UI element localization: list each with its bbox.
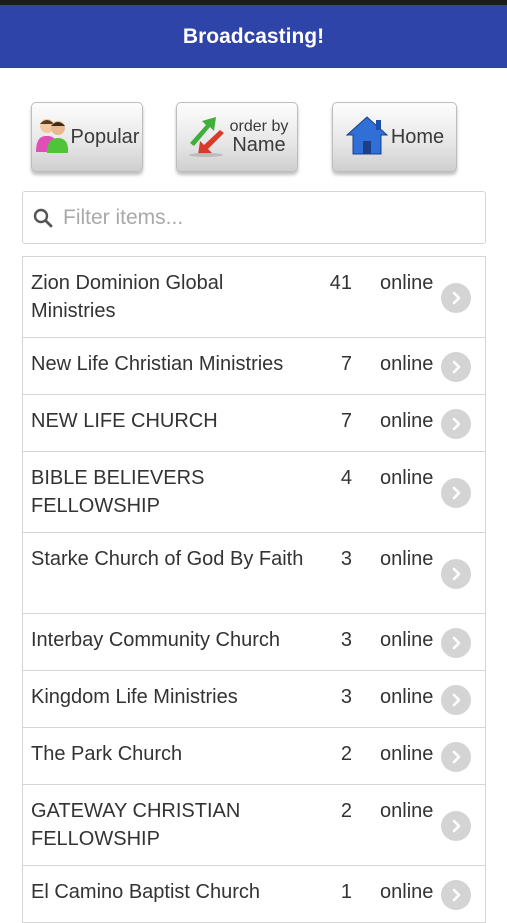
church-name: NEW LIFE CHURCH: [31, 410, 218, 432]
viewer-count: 2: [340, 800, 352, 822]
chevron-right-icon[interactable]: [441, 742, 471, 772]
house-icon: [345, 114, 389, 161]
list-item[interactable]: Zion Dominion Global Ministries 41 online: [23, 257, 485, 338]
church-name: El Camino Baptist Church: [31, 881, 260, 903]
viewer-count: 7: [340, 353, 352, 375]
viewer-count: 3: [340, 548, 352, 570]
viewer-count: 2: [340, 743, 352, 765]
viewer-count: 41: [329, 272, 352, 294]
people-icon: [35, 115, 69, 160]
list-item[interactable]: The Park Church 2 online: [23, 728, 485, 785]
online-status: online: [380, 467, 434, 489]
sort-arrows-icon: [186, 113, 228, 162]
search-icon: [33, 208, 53, 228]
online-status: online: [380, 272, 434, 294]
online-status: online: [380, 743, 434, 765]
online-status: online: [380, 410, 434, 432]
app-header: Broadcasting!: [0, 5, 507, 68]
online-status: online: [380, 686, 434, 708]
broadcast-list: Zion Dominion Global Ministries 41 online N…: [22, 256, 486, 923]
viewer-count: 7: [340, 410, 352, 432]
list-item[interactable]: BIBLE BELIEVERS FELLOWSHIP 4 online: [23, 452, 485, 533]
online-status: online: [380, 800, 434, 822]
popular-label: Popular: [70, 125, 140, 148]
online-status: online: [380, 629, 434, 651]
filter-input[interactable]: [61, 204, 465, 231]
viewer-count: 1: [340, 881, 352, 903]
list-item[interactable]: New Life Christian Ministries 7 online: [23, 338, 485, 395]
chevron-right-icon[interactable]: [441, 685, 471, 715]
list-item[interactable]: NEW LIFE CHURCH 7 online: [23, 395, 485, 452]
church-name: Interbay Community Church: [31, 629, 280, 651]
chevron-right-icon[interactable]: [441, 628, 471, 658]
popular-button[interactable]: Popular: [31, 102, 143, 172]
chevron-right-icon[interactable]: [441, 409, 471, 439]
viewer-count: 4: [340, 467, 352, 489]
chevron-right-icon[interactable]: [441, 811, 471, 841]
church-name: Starke Church of God By Faith: [31, 548, 304, 570]
order-by-name-button[interactable]: order by Name: [176, 102, 298, 172]
church-name: Kingdom Life Ministries: [31, 686, 238, 708]
church-name: BIBLE BELIEVERS FELLOWSHIP: [31, 467, 205, 517]
chevron-right-icon[interactable]: [441, 880, 471, 910]
church-name: Zion Dominion Global Ministries: [31, 272, 224, 322]
list-item[interactable]: Starke Church of God By Faith 3 online: [23, 533, 485, 614]
online-status: online: [380, 548, 434, 570]
viewer-count: 3: [340, 686, 352, 708]
church-name: The Park Church: [31, 743, 183, 765]
list-item[interactable]: El Camino Baptist Church 1 online: [23, 866, 485, 923]
chevron-right-icon[interactable]: [441, 478, 471, 508]
list-item[interactable]: Kingdom Life Ministries 3 online: [23, 671, 485, 728]
order-by-name-label: order by Name: [229, 118, 289, 156]
chevron-right-icon[interactable]: [441, 559, 471, 589]
chevron-right-icon[interactable]: [441, 283, 471, 313]
home-label: Home: [390, 125, 445, 148]
chevron-right-icon[interactable]: [441, 352, 471, 382]
online-status: online: [380, 353, 434, 375]
online-status: online: [380, 881, 434, 903]
filter-box: [22, 191, 486, 244]
church-name: New Life Christian Ministries: [31, 353, 284, 375]
home-button[interactable]: Home: [332, 102, 457, 172]
list-item[interactable]: Interbay Community Church 3 online: [23, 614, 485, 671]
viewer-count: 3: [340, 629, 352, 651]
church-name: GATEWAY CHRISTIAN FELLOWSHIP: [31, 800, 241, 850]
list-item[interactable]: GATEWAY CHRISTIAN FELLOWSHIP 2 online: [23, 785, 485, 866]
page-title: Broadcasting!: [182, 24, 325, 48]
